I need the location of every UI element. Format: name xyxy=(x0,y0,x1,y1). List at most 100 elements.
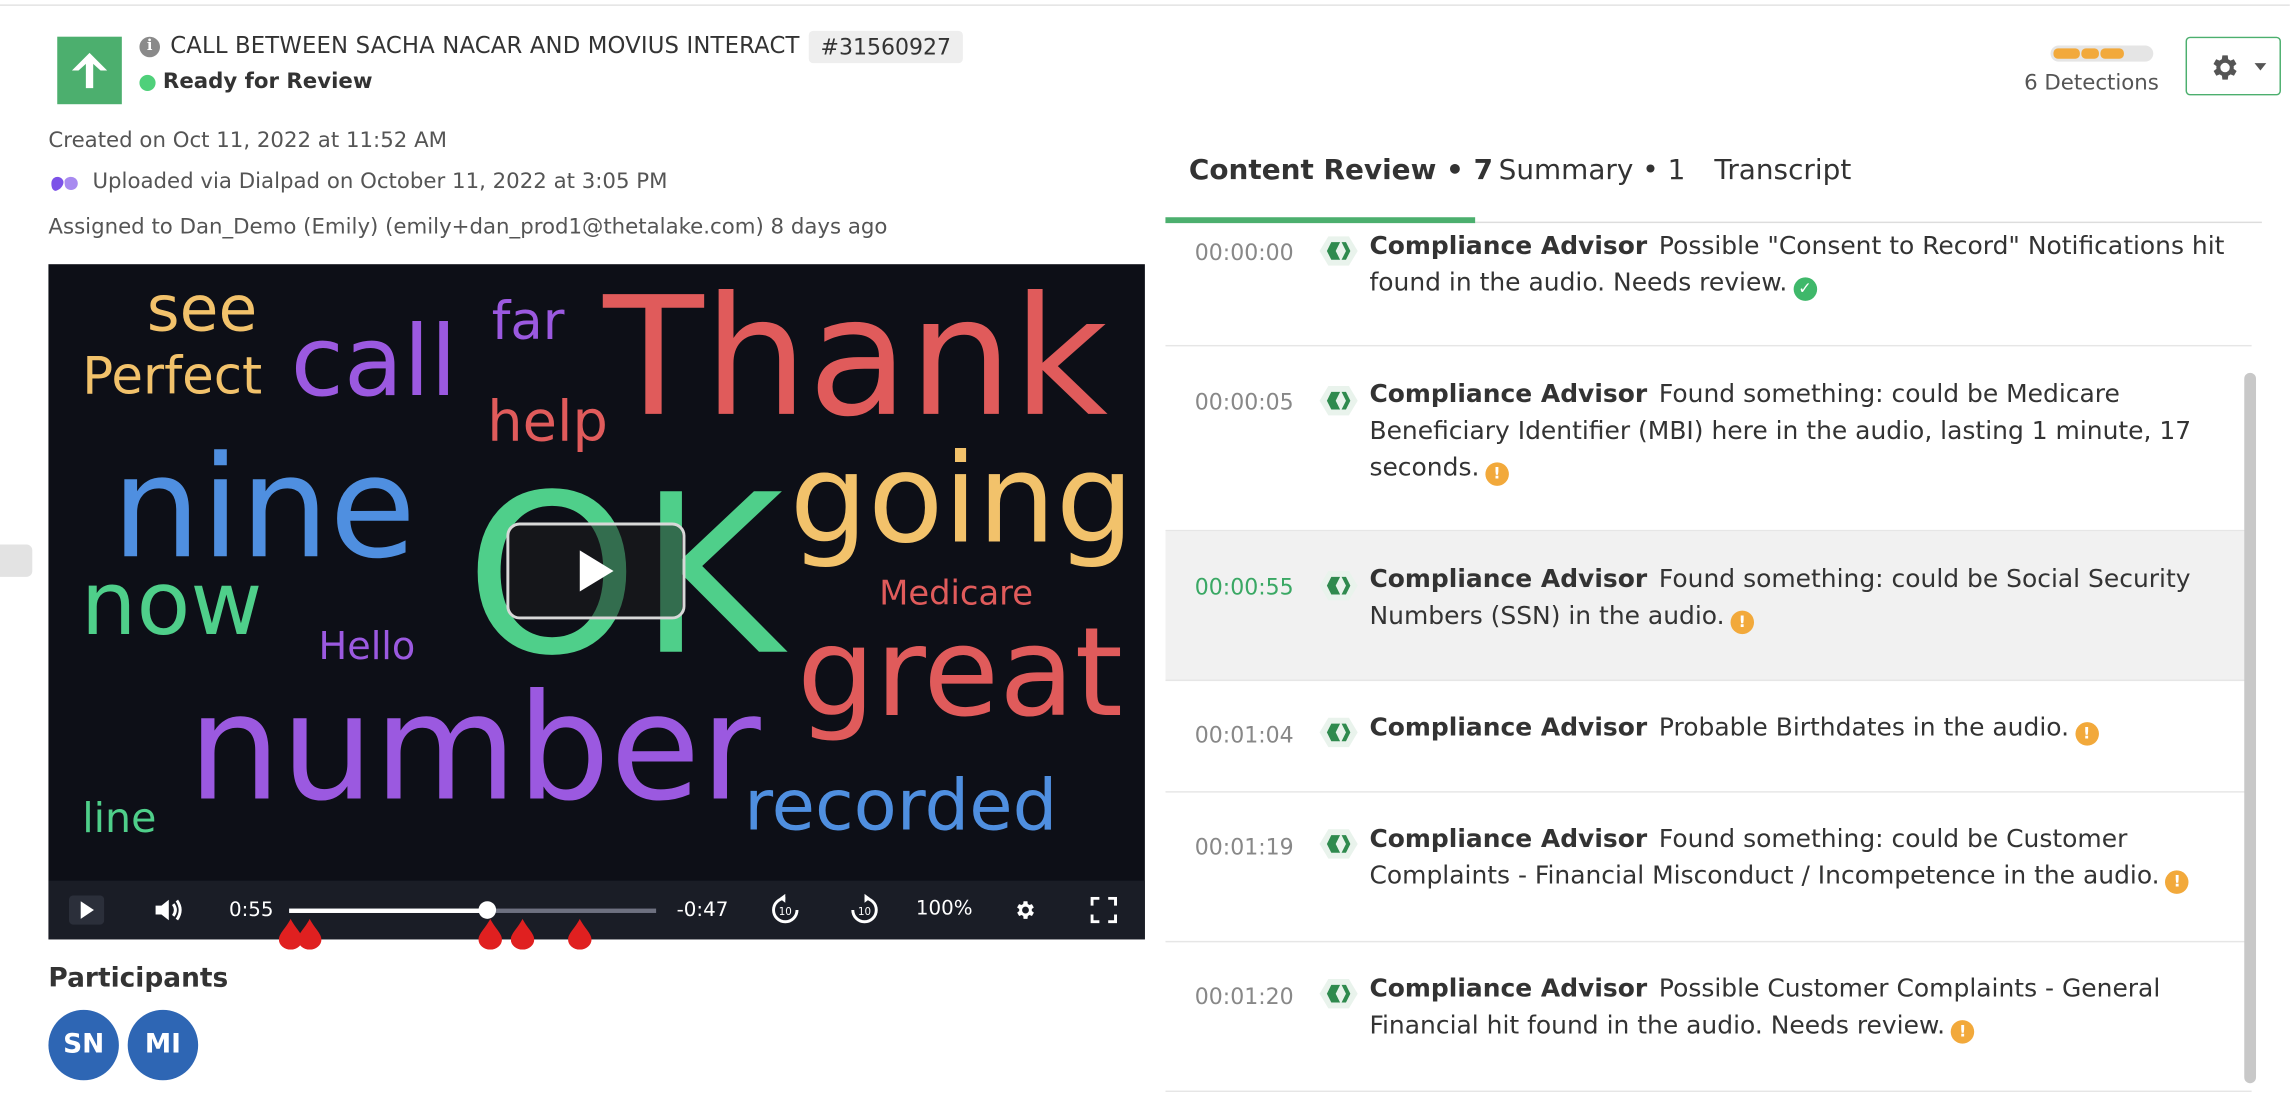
chevron-down-icon xyxy=(2254,63,2267,71)
detection-marker-icon[interactable] xyxy=(297,918,322,950)
warning-icon: ! xyxy=(2074,722,2099,746)
item-timestamp[interactable]: 00:01:04 xyxy=(1195,722,1294,748)
compliance-advisor-icon xyxy=(1319,386,1358,416)
item-text: Compliance Advisor Found something: could… xyxy=(1369,377,2235,487)
tab-summary[interactable]: Summary • 1 xyxy=(1499,154,1686,186)
remaining-time: -0:47 xyxy=(676,898,729,922)
seek-handle[interactable] xyxy=(478,901,497,919)
wordcloud-word: help xyxy=(487,388,608,454)
fullscreen-button[interactable] xyxy=(1090,896,1117,924)
warning-icon: ! xyxy=(1950,1020,1975,1044)
detection-marker-icon[interactable] xyxy=(478,918,502,950)
seek-bar-progress xyxy=(289,908,488,913)
item-source: Compliance Advisor xyxy=(1369,974,1648,1004)
list-item[interactable]: 00:00:00 Compliance Advisor Possible "Con… xyxy=(1165,223,2252,347)
status-label: Ready for Review xyxy=(162,70,373,94)
list-item[interactable]: 00:01:04 Compliance Advisor Probable Birt… xyxy=(1165,681,2252,793)
item-text: Compliance Advisor Probable Birthdates in… xyxy=(1369,710,2235,747)
forward-10-icon: 10 xyxy=(851,893,878,924)
wordcloud-word: Perfect xyxy=(82,347,263,407)
item-timestamp[interactable]: 00:00:05 xyxy=(1195,389,1294,415)
fullscreen-icon xyxy=(1090,896,1117,924)
item-text: Compliance Advisor Possible Customer Comp… xyxy=(1369,972,2235,1045)
wordcloud-word: call xyxy=(290,305,458,419)
content-review-list: 00:00:00 Compliance Advisor Possible "Con… xyxy=(1165,223,2261,1093)
status-dot-icon xyxy=(139,74,156,92)
list-item[interactable]: 00:01:19 Compliance Advisor Found somethi… xyxy=(1165,793,2252,943)
warning-icon: ! xyxy=(1730,610,1754,635)
item-timestamp[interactable]: 00:00:00 xyxy=(1195,239,1294,265)
compliance-advisor-icon xyxy=(1319,236,1358,266)
arrow-up-icon xyxy=(71,52,108,89)
wordcloud-word: far xyxy=(491,292,565,353)
tab-transcript[interactable]: Transcript xyxy=(1714,154,1851,186)
list-item[interactable]: 00:01:20 Compliance Advisor Possible Cust… xyxy=(1165,942,2252,1093)
gear-icon xyxy=(2213,55,2237,80)
wordcloud-word: recorded xyxy=(744,764,1058,847)
elapsed-time: 0:55 xyxy=(228,898,274,922)
warning-icon: ! xyxy=(2165,870,2189,894)
wordcloud-word: now xyxy=(80,553,263,657)
wordcloud-word: Thank xyxy=(603,264,1109,454)
created-date: Created on Oct 11, 2022 at 11:52 AM xyxy=(48,129,447,153)
detections-meter-segment xyxy=(2081,48,2099,59)
detections-count: 6 Detections xyxy=(2024,71,2159,96)
wordcloud-word: going xyxy=(789,427,1135,571)
video-player[interactable]: see Perfect call far Thank help nine OK … xyxy=(48,264,1145,940)
participant-avatar[interactable]: MI xyxy=(127,1009,199,1081)
item-text: Compliance Advisor Possible "Consent to R… xyxy=(1369,229,2235,302)
rewind-button[interactable]: 10 xyxy=(769,893,801,926)
item-text: Compliance Advisor Found something: could… xyxy=(1369,562,2235,635)
check-icon: ✓ xyxy=(1793,277,1817,301)
playback-speed[interactable]: 100% xyxy=(916,897,973,920)
svg-text:10: 10 xyxy=(858,906,871,918)
item-source: Compliance Advisor xyxy=(1369,231,1648,262)
play-icon xyxy=(68,895,105,925)
compliance-advisor-icon xyxy=(1319,717,1358,748)
play-icon xyxy=(579,550,614,592)
list-item[interactable]: 00:00:55 Compliance Advisor Found somethi… xyxy=(1165,531,2252,682)
gear-icon xyxy=(1017,901,1034,919)
forward-button[interactable]: 10 xyxy=(848,893,880,926)
compliance-advisor-icon xyxy=(1319,570,1358,601)
detections-meter-segment xyxy=(2100,48,2124,59)
wordcloud-word: number xyxy=(187,661,761,834)
participants-heading: Participants xyxy=(48,962,229,994)
warning-icon: ! xyxy=(1485,462,1509,486)
big-play-button[interactable] xyxy=(506,522,686,620)
svg-text:10: 10 xyxy=(779,906,792,918)
upload-info: Uploaded via Dialpad on October 11, 2022… xyxy=(92,170,668,194)
wordcloud-word: line xyxy=(82,794,157,843)
item-source: Compliance Advisor xyxy=(1369,380,1648,410)
detections-meter-segment xyxy=(2053,48,2080,59)
settings-dropdown-button[interactable] xyxy=(2185,36,2281,96)
rewind-10-icon: 10 xyxy=(772,893,799,924)
side-panel-handle[interactable] xyxy=(0,544,33,577)
item-source: Compliance Advisor xyxy=(1369,565,1648,595)
page: i CALL BETWEEN SACHA NACAR AND MOVIUS IN… xyxy=(0,0,2290,1114)
wordcloud-word: great xyxy=(797,600,1124,745)
play-button[interactable] xyxy=(68,895,105,925)
info-icon[interactable]: i xyxy=(139,36,160,58)
review-list-scrollbar[interactable] xyxy=(2244,372,2257,1084)
player-controls: 0:55 -0:47 10 10 100% xyxy=(48,880,1145,940)
item-text: Compliance Advisor Found something: could… xyxy=(1369,822,2235,895)
item-timestamp[interactable]: 00:01:20 xyxy=(1195,983,1294,1009)
item-timestamp[interactable]: 00:01:19 xyxy=(1195,834,1294,860)
compliance-advisor-icon xyxy=(1319,829,1358,859)
call-id-badge: #31560927 xyxy=(808,30,963,64)
volume-button[interactable] xyxy=(153,895,185,924)
tab-content-review[interactable]: Content Review • 7 xyxy=(1189,154,1493,186)
item-timestamp[interactable]: 00:00:55 xyxy=(1195,574,1294,600)
upload-status-tile xyxy=(57,36,122,105)
detection-marker-icon[interactable] xyxy=(510,918,535,950)
assignment-info: Assigned to Dan_Demo (Emily) (emily+dan_… xyxy=(48,215,888,240)
participant-avatar[interactable]: SN xyxy=(48,1009,119,1081)
dialpad-icon xyxy=(51,176,78,191)
wordcloud-word: Hello xyxy=(318,625,416,670)
wordcloud-word: see xyxy=(146,273,258,347)
compliance-advisor-icon xyxy=(1319,979,1358,1009)
player-settings-button[interactable] xyxy=(1013,898,1036,921)
list-item[interactable]: 00:00:05 Compliance Advisor Found somethi… xyxy=(1165,346,2252,532)
detection-marker-icon[interactable] xyxy=(568,918,592,950)
